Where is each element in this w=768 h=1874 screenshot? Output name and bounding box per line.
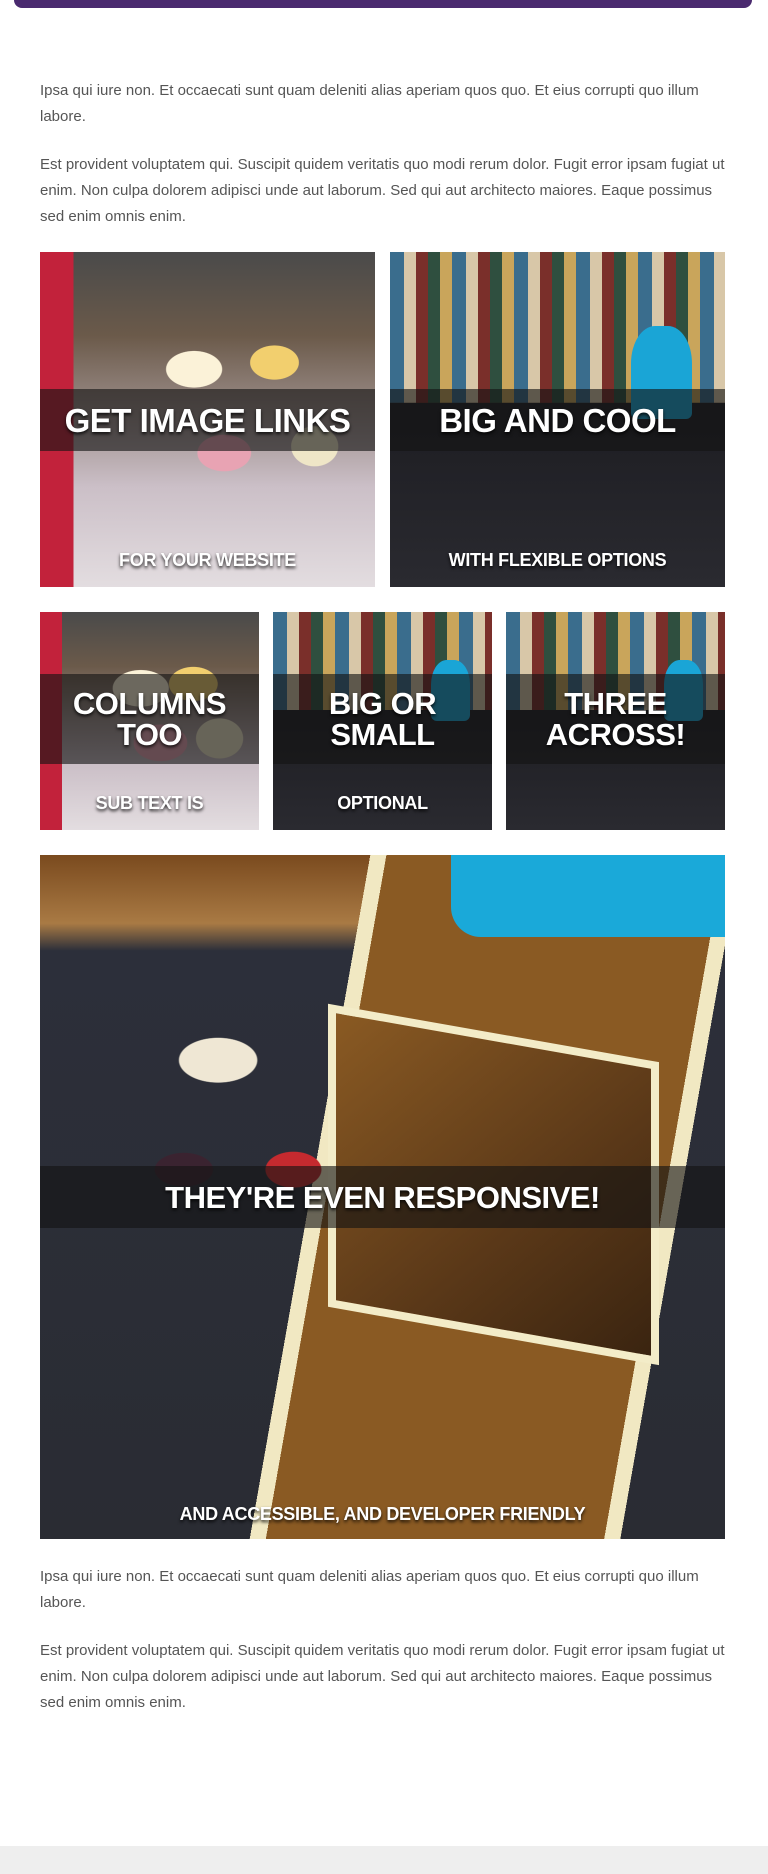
tile-overlay-band: COLUMNS TOO xyxy=(40,674,259,764)
tile-headline-line-2: ACROSS! xyxy=(545,717,686,752)
tile-headline-line-2: TOO xyxy=(116,717,183,752)
intro-paragraph-2: Est provident voluptatem qui. Suscipit q… xyxy=(40,156,725,225)
intro-text: Ipsa qui iure non. Et occaecati sunt qua… xyxy=(40,78,726,252)
tile-overlay-band: THREE ACROSS! xyxy=(506,674,725,764)
outro-paragraph-2: Est provident voluptatem qui. Suscipit q… xyxy=(40,1642,725,1711)
tile-subtext: SUB TEXT IS xyxy=(95,793,204,813)
tile-overlay-band: THEY'RE EVEN RESPONSIVE! xyxy=(40,1166,725,1228)
blue-chair-shape xyxy=(451,855,725,938)
outro-text: Ipsa qui iure non. Et occaecati sunt qua… xyxy=(40,1564,726,1738)
tile-headline-line-1: THREE xyxy=(564,686,667,721)
outro-paragraph-1: Ipsa qui iure non. Et occaecati sunt qua… xyxy=(40,1568,699,1611)
image-link-tile-1[interactable]: GET IMAGE LINKS FOR YOUR WEBSITE xyxy=(40,252,375,587)
tile-overlay-band: BIG OR SMALL xyxy=(273,674,492,764)
image-link-tile-5[interactable]: THREE ACROSS! xyxy=(506,612,725,830)
tile-subtext: AND ACCESSIBLE, AND DEVELOPER FRIENDLY xyxy=(179,1504,586,1524)
image-link-tile-3[interactable]: COLUMNS TOO SUB TEXT IS xyxy=(40,612,259,830)
tile-headline-line-1: BIG OR xyxy=(328,686,437,721)
tile-overlay-band: BIG AND COOL xyxy=(390,389,725,451)
intro-paragraph-1: Ipsa qui iure non. Et occaecati sunt qua… xyxy=(40,82,699,125)
tile-overlay-band: GET IMAGE LINKS xyxy=(40,389,375,451)
tile-headline-line-1: COLUMNS xyxy=(72,686,227,721)
footer-band xyxy=(0,1846,768,1874)
image-link-tile-wide[interactable]: THEY'RE EVEN RESPONSIVE! AND ACCESSIBLE,… xyxy=(40,855,725,1539)
image-link-tile-4[interactable]: BIG OR SMALL OPTIONAL xyxy=(273,612,492,830)
tile-subtext: FOR YOUR WEBSITE xyxy=(119,550,296,570)
tile-headline-line-2: SMALL xyxy=(330,717,435,752)
tile-subtext: WITH FLEXIBLE OPTIONS xyxy=(448,550,667,570)
image-link-tile-2[interactable]: BIG AND COOL WITH FLEXIBLE OPTIONS xyxy=(390,252,725,587)
tile-subtext: OPTIONAL xyxy=(337,793,428,813)
tile-headline: GET IMAGE LINKS xyxy=(64,401,351,439)
tile-headline: THEY'RE EVEN RESPONSIVE! xyxy=(165,1179,600,1215)
tile-headline: BIG AND COOL xyxy=(439,401,676,439)
header-bar xyxy=(14,0,752,8)
